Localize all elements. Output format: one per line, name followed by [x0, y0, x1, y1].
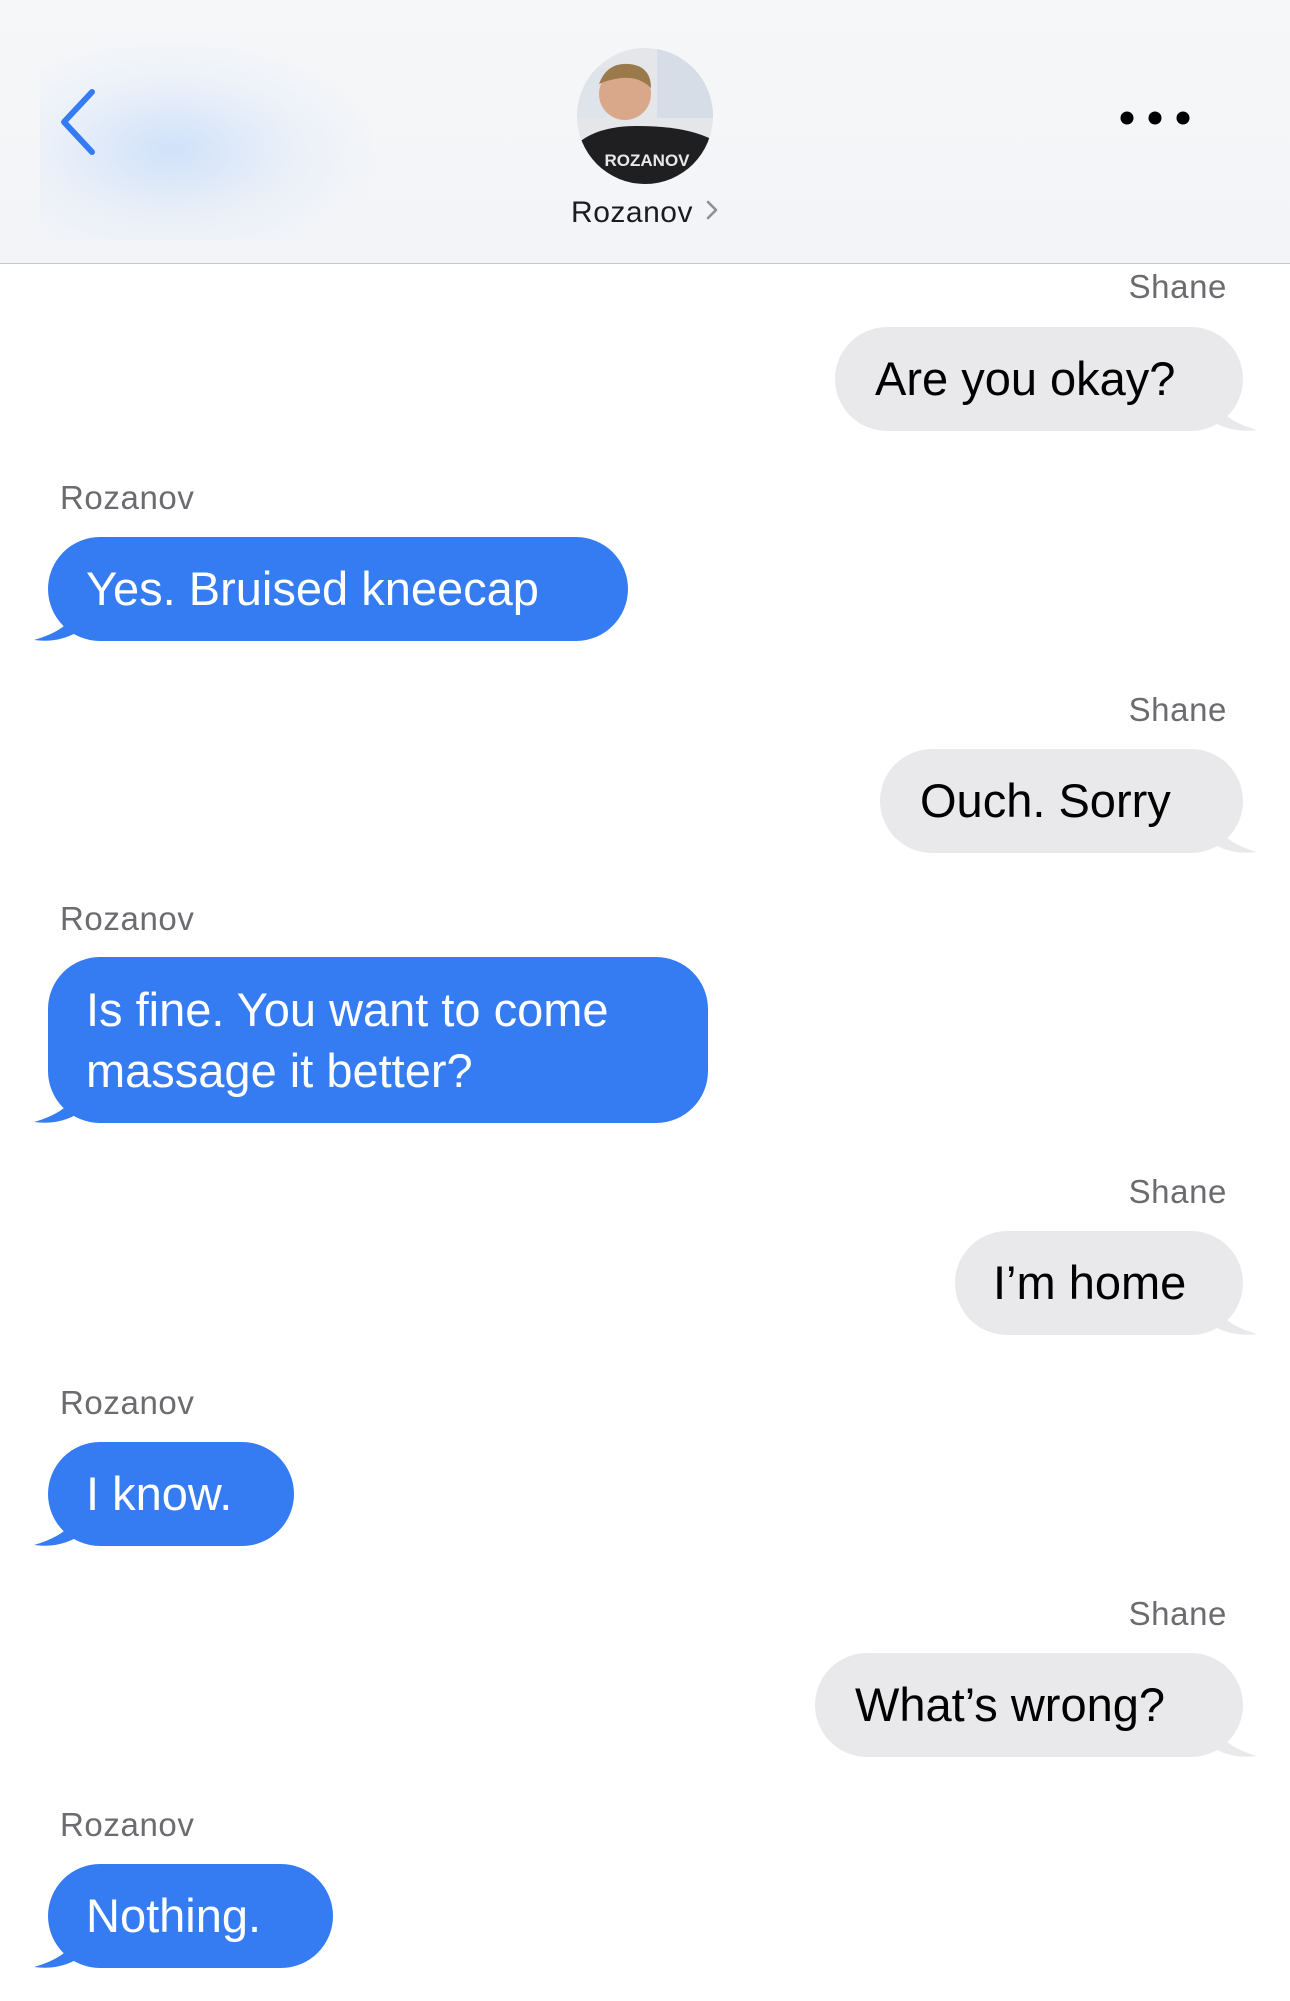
- contact-name-button[interactable]: Rozanov: [0, 196, 1290, 231]
- avatar-jersey-text: ROZANOV: [605, 151, 691, 170]
- sender-label: Shane: [1128, 268, 1227, 305]
- avatar-photo: ROZANOV: [577, 48, 713, 184]
- back-button[interactable]: [52, 82, 112, 162]
- sender-label: Rozanov: [60, 1806, 195, 1843]
- message-bubble-incoming[interactable]: I know.: [48, 1442, 294, 1546]
- chevron-left-icon: [61, 89, 95, 155]
- ellipsis-icon: [1120, 111, 1190, 125]
- sender-label: Shane: [1128, 691, 1227, 728]
- message-bubble-outgoing[interactable]: Are you okay?: [835, 327, 1243, 431]
- message-bubble-incoming[interactable]: Nothing.: [48, 1864, 333, 1968]
- message-bubble-incoming[interactable]: Is fine. You want to come massage it bet…: [48, 957, 708, 1123]
- chevron-right-icon: [705, 195, 719, 229]
- more-options-button[interactable]: [1110, 98, 1200, 138]
- sender-label: Rozanov: [60, 479, 195, 516]
- sender-label: Rozanov: [60, 900, 195, 937]
- sender-label: Shane: [1128, 1173, 1227, 1210]
- message-bubble-outgoing[interactable]: I’m home: [955, 1231, 1243, 1335]
- contact-name: Rozanov: [571, 196, 693, 229]
- message-bubble-outgoing[interactable]: Ouch. Sorry: [880, 749, 1243, 853]
- message-bubble-outgoing[interactable]: What’s wrong?: [815, 1653, 1243, 1757]
- message-bubble-incoming[interactable]: Yes. Bruised kneecap: [48, 537, 628, 641]
- sender-label: Shane: [1128, 1595, 1227, 1632]
- conversation-header: ROZANOV Rozanov: [0, 0, 1290, 264]
- sender-label: Rozanov: [60, 1384, 195, 1421]
- contact-avatar[interactable]: ROZANOV: [577, 48, 713, 184]
